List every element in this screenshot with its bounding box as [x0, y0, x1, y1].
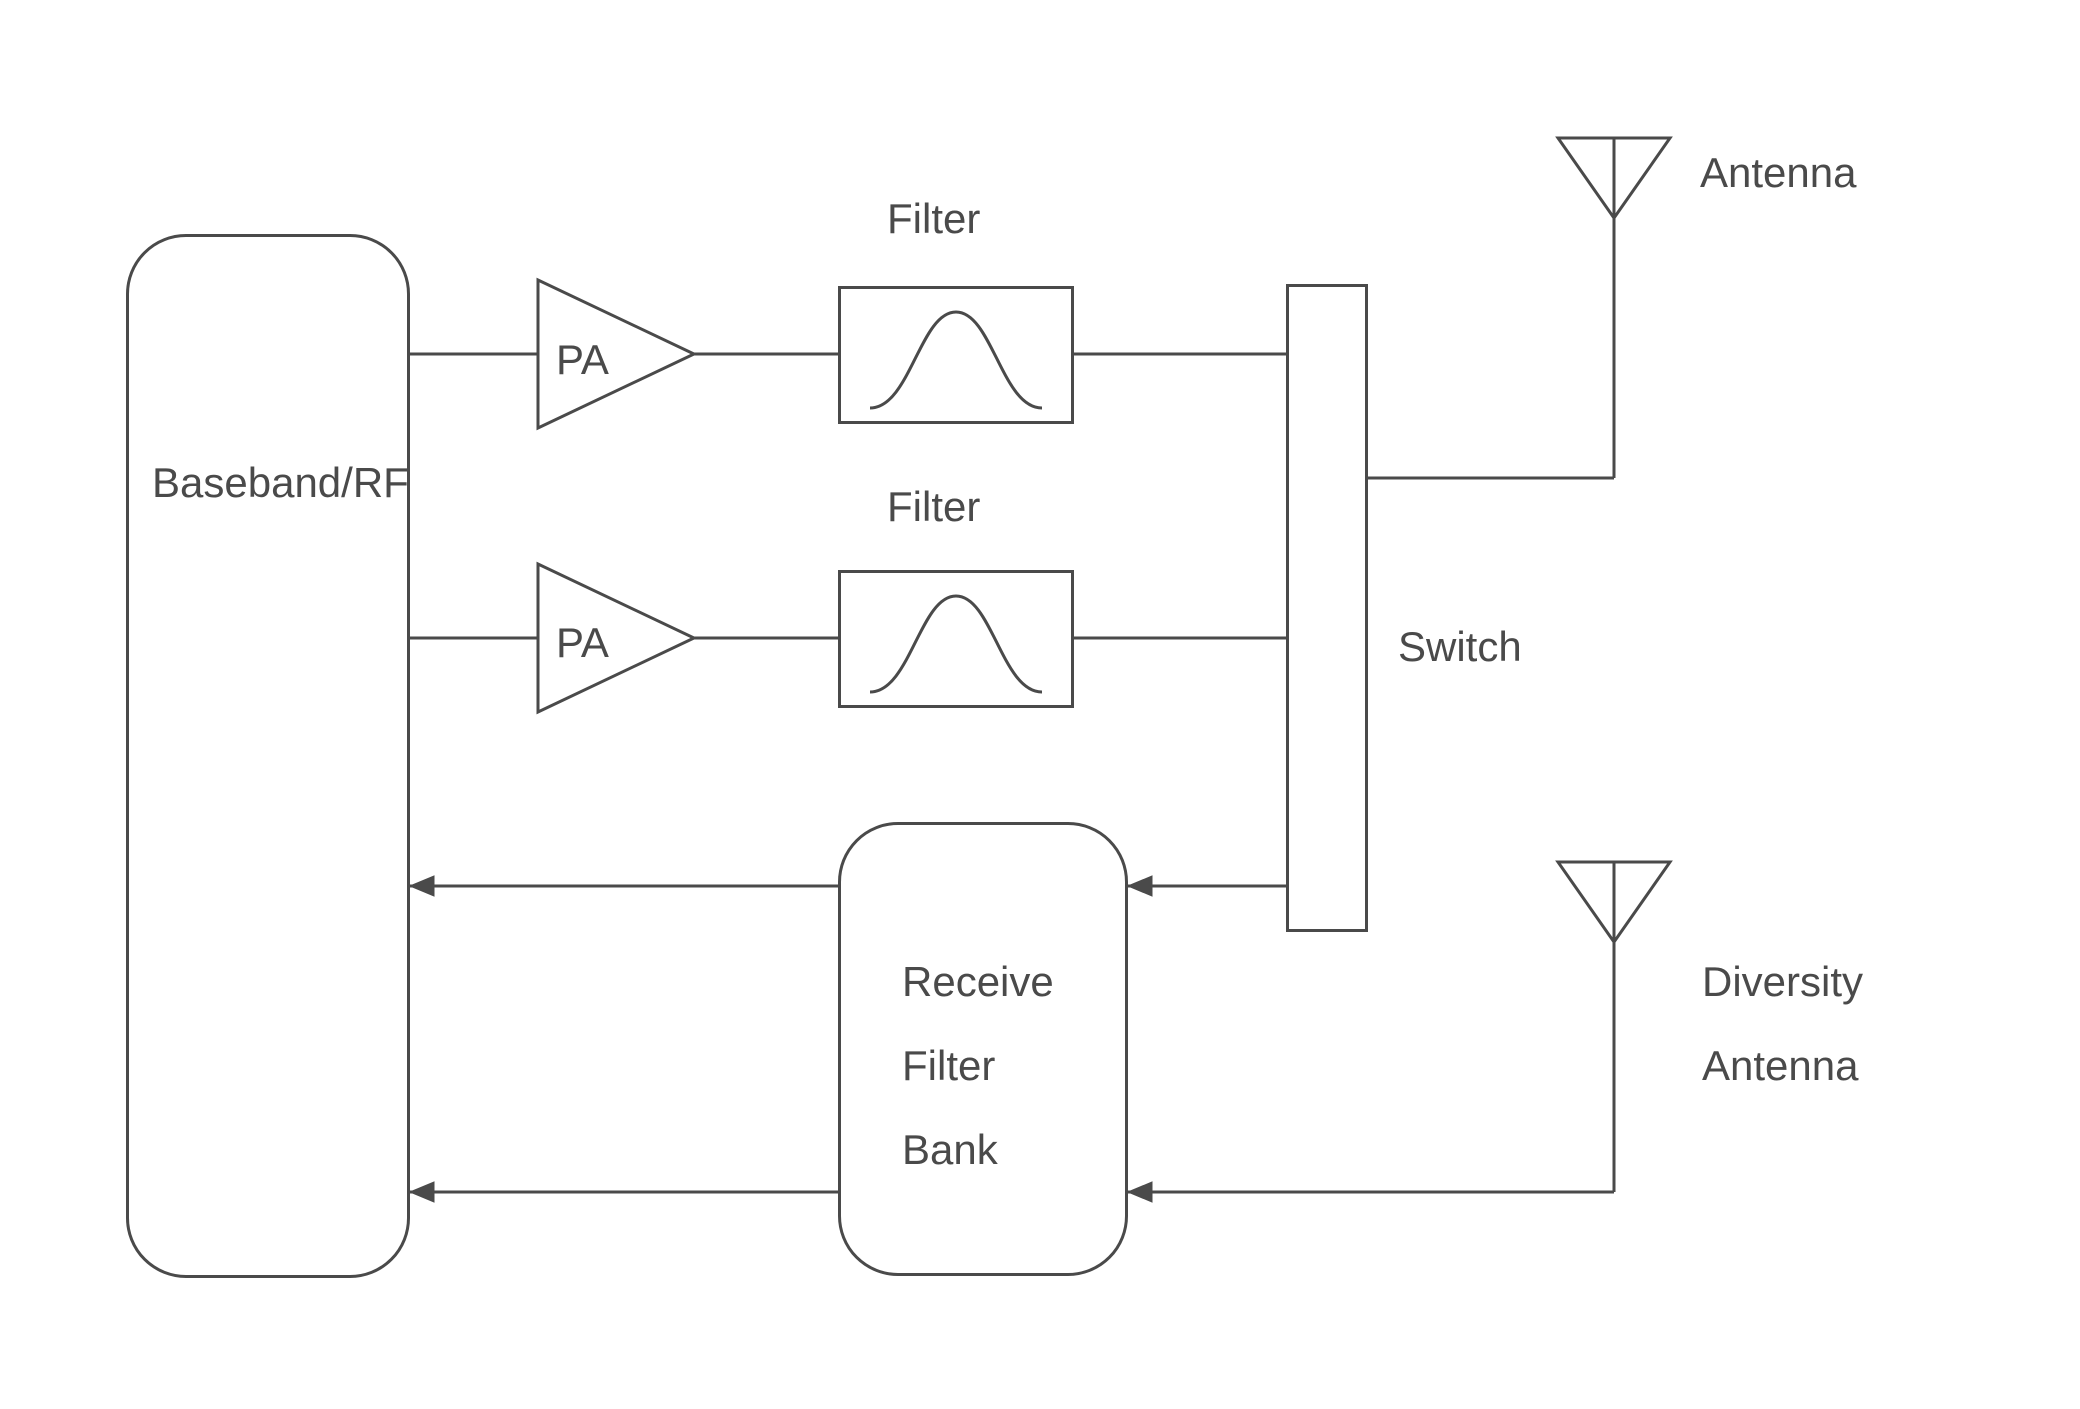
antenna-label: Antenna — [1700, 144, 1856, 203]
diversity-antenna-icon — [1558, 862, 1670, 942]
rfb-line1: ReceiveFilterBank — [902, 958, 1054, 1173]
pa1-label: PA — [556, 331, 609, 390]
filter1-caption: Filter — [887, 190, 980, 249]
diversity-antenna-text: DiversityAntenna — [1702, 958, 1863, 1089]
antenna-icon — [1558, 138, 1670, 218]
arrow-switch-rfb — [1128, 876, 1152, 896]
baseband-rf-block — [126, 234, 410, 1278]
receive-filter-bank-label: ReceiveFilterBank — [902, 940, 1102, 1192]
filter2-block — [838, 570, 1074, 708]
filter1-block — [838, 286, 1074, 424]
arrow-divant-rfb — [1128, 1182, 1152, 1202]
diversity-antenna-label: DiversityAntenna — [1702, 940, 1902, 1108]
arrow-rfb-bb-top — [410, 876, 434, 896]
filter2-caption: Filter — [887, 478, 980, 537]
diagram-canvas: Baseband/RF Filter Filter Switch Receive… — [0, 0, 2080, 1409]
switch-block — [1286, 284, 1368, 932]
baseband-rf-label: Baseband/RF — [152, 454, 409, 513]
switch-label: Switch — [1398, 618, 1522, 677]
pa2-label: PA — [556, 614, 609, 673]
arrow-rfb-bb-bottom — [410, 1182, 434, 1202]
